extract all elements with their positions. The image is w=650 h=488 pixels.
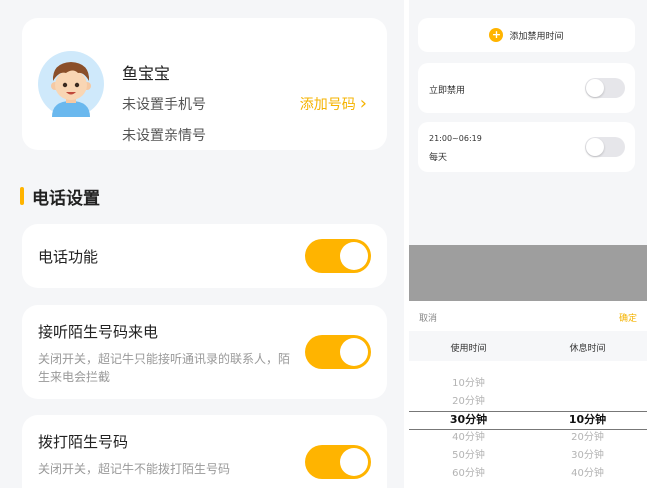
toggle-knob: [586, 79, 604, 97]
schedule-repeat: 每天: [429, 153, 448, 163]
setting-description: 关闭开关，超记牛只能接听通讯录的联系人，陌生来电会拦截: [38, 352, 291, 384]
toggle-knob: [340, 242, 368, 270]
picker-option[interactable]: 30分钟: [528, 447, 647, 465]
incoming-unknown-toggle[interactable]: [305, 335, 371, 369]
add-number-link[interactable]: 添加号码 ›: [300, 94, 367, 114]
schedule-row[interactable]: 21:00~06:19 每天: [418, 122, 635, 172]
add-disable-time-button[interactable]: + 添加禁用时间: [418, 18, 635, 52]
picker-option[interactable]: 40分钟: [528, 465, 647, 483]
setting-incoming-unknown: 接听陌生号码来电 关闭开关，超记牛只能接听通讯录的联系人，陌生来电会拦截: [22, 305, 387, 399]
phone-settings-screen: 鱼宝宝 未设置手机号 未设置亲情号 添加号码 › 电话设置 电话功能 接听陌生号…: [0, 0, 404, 488]
toggle-knob: [340, 448, 368, 476]
use-time-header: 使用时间: [450, 344, 487, 354]
add-disable-time-label: 添加禁用时间: [509, 31, 564, 42]
instant-disable-row: 立即禁用: [418, 63, 635, 113]
schedule-toggle[interactable]: [585, 137, 625, 157]
setting-description: 关闭开关，超记牛不能拨打陌生号码: [38, 462, 231, 476]
section-header: 电话设置: [20, 184, 100, 209]
picker-option-selected[interactable]: 30分钟: [409, 411, 528, 429]
picker-option[interactable]: 60分钟: [409, 465, 528, 483]
picker-toolbar: 取消 确定: [409, 301, 647, 331]
setting-title: 接听陌生号码来电: [38, 323, 159, 341]
profile-card: 鱼宝宝 未设置手机号 未设置亲情号 添加号码 ›: [22, 18, 387, 150]
instant-disable-toggle[interactable]: [585, 78, 625, 98]
setting-title: 拨打陌生号码: [38, 433, 129, 451]
time-picker-sheet: 取消 确定 使用时间 休息时间 10分钟 20分钟 30分钟 40分钟 50分钟…: [409, 301, 647, 488]
picker-option[interactable]: 10分钟: [409, 375, 528, 393]
chevron-right-icon: ›: [359, 93, 367, 114]
modal-overlay[interactable]: [409, 245, 647, 301]
family-number-status: 未设置亲情号: [122, 128, 206, 144]
toggle-knob: [340, 338, 368, 366]
section-title: 电话设置: [32, 188, 100, 209]
picker-option[interactable]: 40分钟: [409, 429, 528, 447]
schedule-time: 21:00~06:19: [429, 134, 482, 143]
setting-outgoing-unknown: 拨打陌生号码 关闭开关，超记牛不能拨打陌生号码: [22, 415, 387, 488]
picker-option-selected[interactable]: 10分钟: [528, 411, 647, 429]
rest-time-header: 休息时间: [569, 344, 606, 354]
picker-option[interactable]: 20分钟: [528, 429, 647, 447]
picker-column-headers: 使用时间 休息时间: [409, 331, 647, 361]
add-number-label: 添加号码: [299, 97, 356, 113]
picker-option[interactable]: 20分钟: [409, 393, 528, 411]
section-accent-bar: [20, 187, 24, 205]
use-time-wheel[interactable]: 10分钟 20分钟 30分钟 40分钟 50分钟 60分钟: [409, 375, 528, 483]
phone-status: 未设置手机号: [122, 97, 206, 113]
profile-name: 鱼宝宝: [122, 64, 171, 83]
confirm-button[interactable]: 确定: [619, 311, 637, 324]
phone-function-toggle[interactable]: [305, 239, 371, 273]
plus-icon: +: [489, 28, 504, 42]
picker-option[interactable]: 50分钟: [409, 447, 528, 465]
cancel-button[interactable]: 取消: [419, 311, 437, 324]
rest-time-wheel[interactable]: 10分钟 20分钟 30分钟 40分钟: [528, 411, 647, 483]
outgoing-unknown-toggle[interactable]: [305, 445, 371, 479]
child-avatar: [38, 51, 104, 117]
disable-time-screen: + 添加禁用时间 立即禁用 21:00~06:19 每天 取消 确定 使用时间 …: [409, 0, 647, 488]
toggle-knob: [586, 138, 604, 156]
setting-title: 电话功能: [38, 248, 99, 266]
instant-disable-label: 立即禁用: [429, 86, 466, 96]
setting-phone-function: 电话功能: [22, 224, 387, 288]
